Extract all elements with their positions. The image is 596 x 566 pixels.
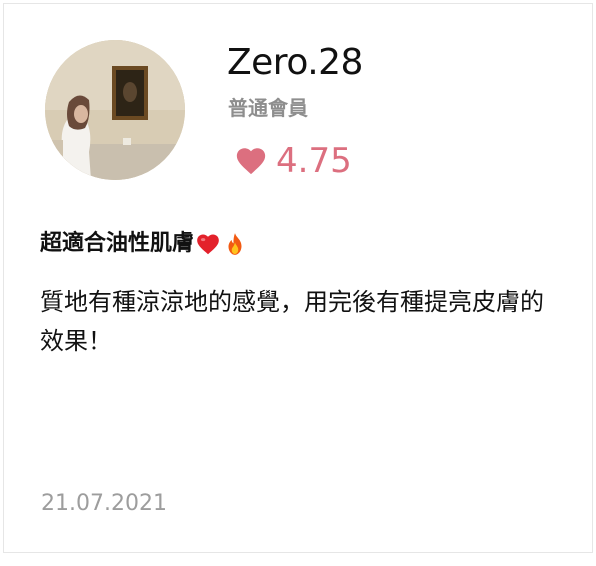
red-heart-emoji-icon: [197, 234, 219, 255]
profile-photo: [45, 40, 185, 180]
rating-value: 4.75: [276, 141, 352, 181]
fire-emoji-icon: [228, 233, 242, 256]
review-date: 21.07.2021: [41, 491, 167, 516]
review-body: 質地有種涼涼地的感覺，用完後有種提亮皮膚的效果！: [40, 288, 544, 355]
heart-icon: [236, 148, 266, 175]
avatar[interactable]: [45, 40, 185, 180]
review-card: Zero.28 普通會員 4.75 超適合油性肌膚 質地有種涼涼地的感覺，用完後…: [3, 3, 593, 553]
membership-badge: 普通會員: [228, 96, 308, 120]
review-title-text: 超適合油性肌膚: [40, 231, 195, 256]
rating: 4.75: [234, 144, 352, 178]
review-title: 超適合油性肌膚: [40, 230, 248, 259]
user-name[interactable]: Zero.28: [227, 41, 363, 84]
